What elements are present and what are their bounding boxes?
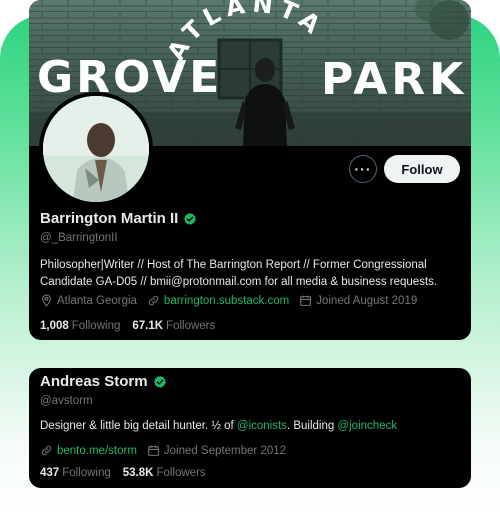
display-name: Barrington Martin II <box>40 210 179 227</box>
location-text: Atlanta Georgia <box>57 294 137 307</box>
mention-joincheck[interactable]: @joincheck <box>337 420 397 432</box>
website-item[interactable]: bento.me/storm <box>40 444 137 457</box>
profile-meta-row: bento.me/storm Joined September 2012 <box>40 444 292 457</box>
follow-stats: 1,008 Following 67.1K Followers <box>40 320 215 332</box>
display-name: Andreas Storm <box>40 373 148 390</box>
followers-stat[interactable]: 53.8K Followers <box>123 467 206 479</box>
joined-item: Joined August 2019 <box>299 294 417 307</box>
follow-stats: 437 Following 53.8K Followers <box>40 467 206 479</box>
bio-text-1: Designer & little big detail hunter. ½ o… <box>40 420 237 432</box>
following-count: 437 <box>40 467 60 479</box>
followers-count: 53.8K <box>122 467 154 479</box>
link-icon <box>41 445 52 456</box>
website-link[interactable]: bento.me/storm <box>57 445 137 457</box>
following-stat[interactable]: 437 Following <box>40 467 111 479</box>
following-label: Following <box>62 467 111 479</box>
followers-label: Followers <box>156 467 206 479</box>
followers-count: 67.1K <box>132 320 164 332</box>
user-handle: @_BarringtonII <box>40 232 118 244</box>
followers-stat[interactable]: 67.1K Followers <box>132 320 215 332</box>
banner-text-right: PARK <box>321 54 467 105</box>
user-handle: @avstorm <box>40 395 93 407</box>
more-icon: ··· <box>354 161 372 177</box>
profile-bio: Designer & little big detail hunter. ½ o… <box>40 418 465 435</box>
calendar-icon <box>147 445 159 456</box>
joined-text: Joined August 2019 <box>316 294 418 307</box>
following-count: 1,008 <box>40 320 69 332</box>
website-item[interactable]: barrington.substack.com <box>147 294 289 307</box>
banner-text-left: GROVE <box>37 52 222 103</box>
following-label: Following <box>71 320 121 332</box>
link-icon <box>148 295 159 306</box>
more-options-button[interactable]: ··· <box>349 155 377 183</box>
calendar-icon <box>300 295 312 306</box>
joined-item: Joined September 2012 <box>147 444 286 457</box>
profile-card-barrington: ATLANTA GROVE PARK ··· Follow Barrington… <box>29 0 471 340</box>
bio-text-2: . Building <box>286 420 338 432</box>
website-link[interactable]: barrington.substack.com <box>164 295 289 307</box>
location-pin-icon <box>42 294 51 307</box>
bio-line-2: Candidate GA-D05 // bmii@protonmail.com … <box>40 276 438 288</box>
profile-card-andreas: Andreas Storm @avstorm Designer & little… <box>29 368 471 488</box>
mention-iconists[interactable]: @iconists <box>237 420 287 432</box>
followers-label: Followers <box>166 320 216 332</box>
following-stat[interactable]: 1,008 Following <box>40 320 120 332</box>
follow-button[interactable]: Follow <box>384 155 460 183</box>
joined-text: Joined September 2012 <box>163 444 287 457</box>
display-name-row: Barrington Martin II <box>40 210 197 227</box>
profile-bio: Philosopher|Writer // Host of The Barrin… <box>40 257 465 291</box>
profile-avatar[interactable] <box>39 92 153 206</box>
bio-line-1: Philosopher|Writer // Host of The Barrin… <box>40 259 427 271</box>
verified-badge-icon <box>184 212 197 225</box>
location-item: Atlanta Georgia <box>40 294 137 307</box>
profile-meta-row: Atlanta Georgia barrington.substack.com … <box>40 294 423 307</box>
display-name-row: Andreas Storm <box>40 373 167 390</box>
verified-badge-icon <box>153 375 166 388</box>
